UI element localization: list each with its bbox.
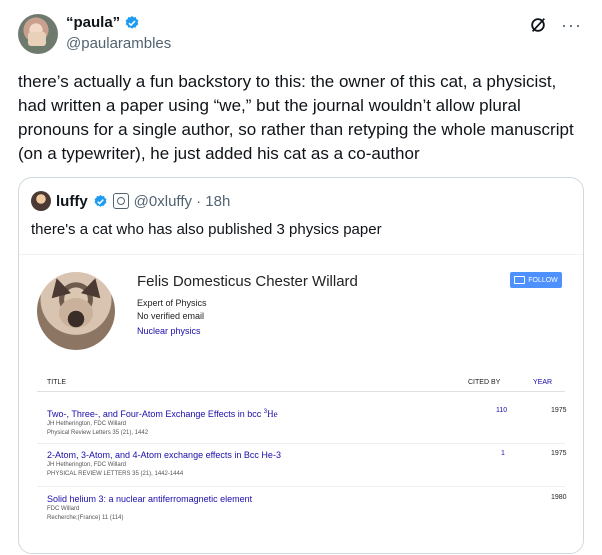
- scholar-name: Felis Domesticus Chester Willard: [137, 273, 358, 290]
- tweet-header: “paula” @paularambles ···: [18, 12, 586, 58]
- paper-authors: JH Hetherington, FDC Willard: [47, 462, 127, 468]
- scholar-affiliation: Expert of Physics No verified email: [137, 297, 207, 323]
- paper-title-suffix: He: [267, 409, 278, 419]
- scholar-follow-button: FOLLOW: [510, 272, 562, 288]
- paper-venue: Physical Review Letters 35 (21), 1442: [47, 430, 149, 436]
- quoted-handle-time[interactable]: @0xluffy · 18h: [134, 193, 231, 210]
- table-row: 2-Atom, 3-Atom, and 4-Atom exchange effe…: [47, 449, 567, 479]
- paper-year: 1975: [551, 407, 567, 414]
- column-header-cited-by: CITED BY: [468, 379, 501, 386]
- paper-title: 2-Atom, 3-Atom, and 4-Atom exchange effe…: [47, 450, 281, 460]
- author-avatar[interactable]: [18, 14, 58, 54]
- paper-title: Solid helium 3: a nuclear antiferromagne…: [47, 494, 253, 504]
- paper-authors: FDC Willard: [47, 506, 80, 512]
- follow-label: FOLLOW: [528, 276, 558, 284]
- header-actions: ···: [529, 16, 582, 34]
- row-divider: [37, 443, 565, 444]
- author-name-row: “paula”: [66, 14, 140, 31]
- scholar-interest-link: Nuclear physics: [137, 326, 201, 336]
- affiliate-badge-icon: [112, 193, 129, 209]
- paper-venue: Recherche;(France) 11 (114): [47, 515, 124, 521]
- table-row: Solid helium 3: a nuclear antiferromagne…: [47, 493, 567, 523]
- author-display-name[interactable]: “paula”: [66, 14, 120, 31]
- quoted-author-name[interactable]: luffy: [56, 193, 88, 210]
- column-header-title: TITLE: [47, 379, 67, 386]
- table-row: Two-, Three-, and Four-Atom Exchange Eff…: [47, 406, 567, 438]
- quoted-author-avatar[interactable]: [31, 191, 51, 211]
- avatar-detail: [28, 32, 46, 46]
- author-handle[interactable]: @paularambles: [66, 35, 171, 52]
- quoted-tweet-header: luffy @0xluffy · 18h: [31, 191, 230, 211]
- scholar-affiliation-text: Expert of Physics: [137, 298, 207, 308]
- paper-cited-by: 1: [501, 450, 505, 457]
- table-header-divider: [37, 391, 565, 392]
- paper-cited-by: 110: [496, 407, 508, 414]
- paper-title-text: Two-, Three-, and Four-Atom Exchange Eff…: [47, 409, 262, 419]
- grok-icon[interactable]: [529, 16, 547, 34]
- cat-ear-right: [81, 275, 105, 299]
- paper-title: Two-, Three-, and Four-Atom Exchange Eff…: [47, 406, 567, 420]
- paper-year: 1980: [551, 494, 567, 501]
- cat-face: [59, 298, 93, 328]
- scholar-email-status: No verified email: [137, 311, 205, 321]
- cat-profile-photo: [37, 272, 115, 350]
- column-header-year: YEAR: [533, 379, 553, 386]
- quoted-tweet[interactable]: luffy @0xluffy · 18h there's a cat who h…: [18, 177, 584, 554]
- verified-badge-icon: [125, 15, 139, 29]
- quoted-tweet-text: there's a cat who has also published 3 p…: [31, 221, 382, 238]
- cat-ear-left: [47, 275, 71, 299]
- scholar-profile-image[interactable]: Felis Domesticus Chester Willard Expert …: [19, 254, 583, 553]
- tweet-body: there’s actually a fun backstory to this…: [18, 72, 574, 163]
- row-divider: [37, 486, 565, 487]
- envelope-icon: [514, 276, 526, 284]
- more-options-icon[interactable]: ···: [561, 16, 582, 34]
- quoted-verified-badge-icon: [94, 194, 107, 207]
- paper-year: 1975: [551, 450, 567, 457]
- paper-venue: PHYSICAL REVIEW LETTERS 35 (21), 1442-14…: [47, 471, 184, 477]
- paper-authors: JH Hetherington, FDC Willard: [47, 421, 127, 427]
